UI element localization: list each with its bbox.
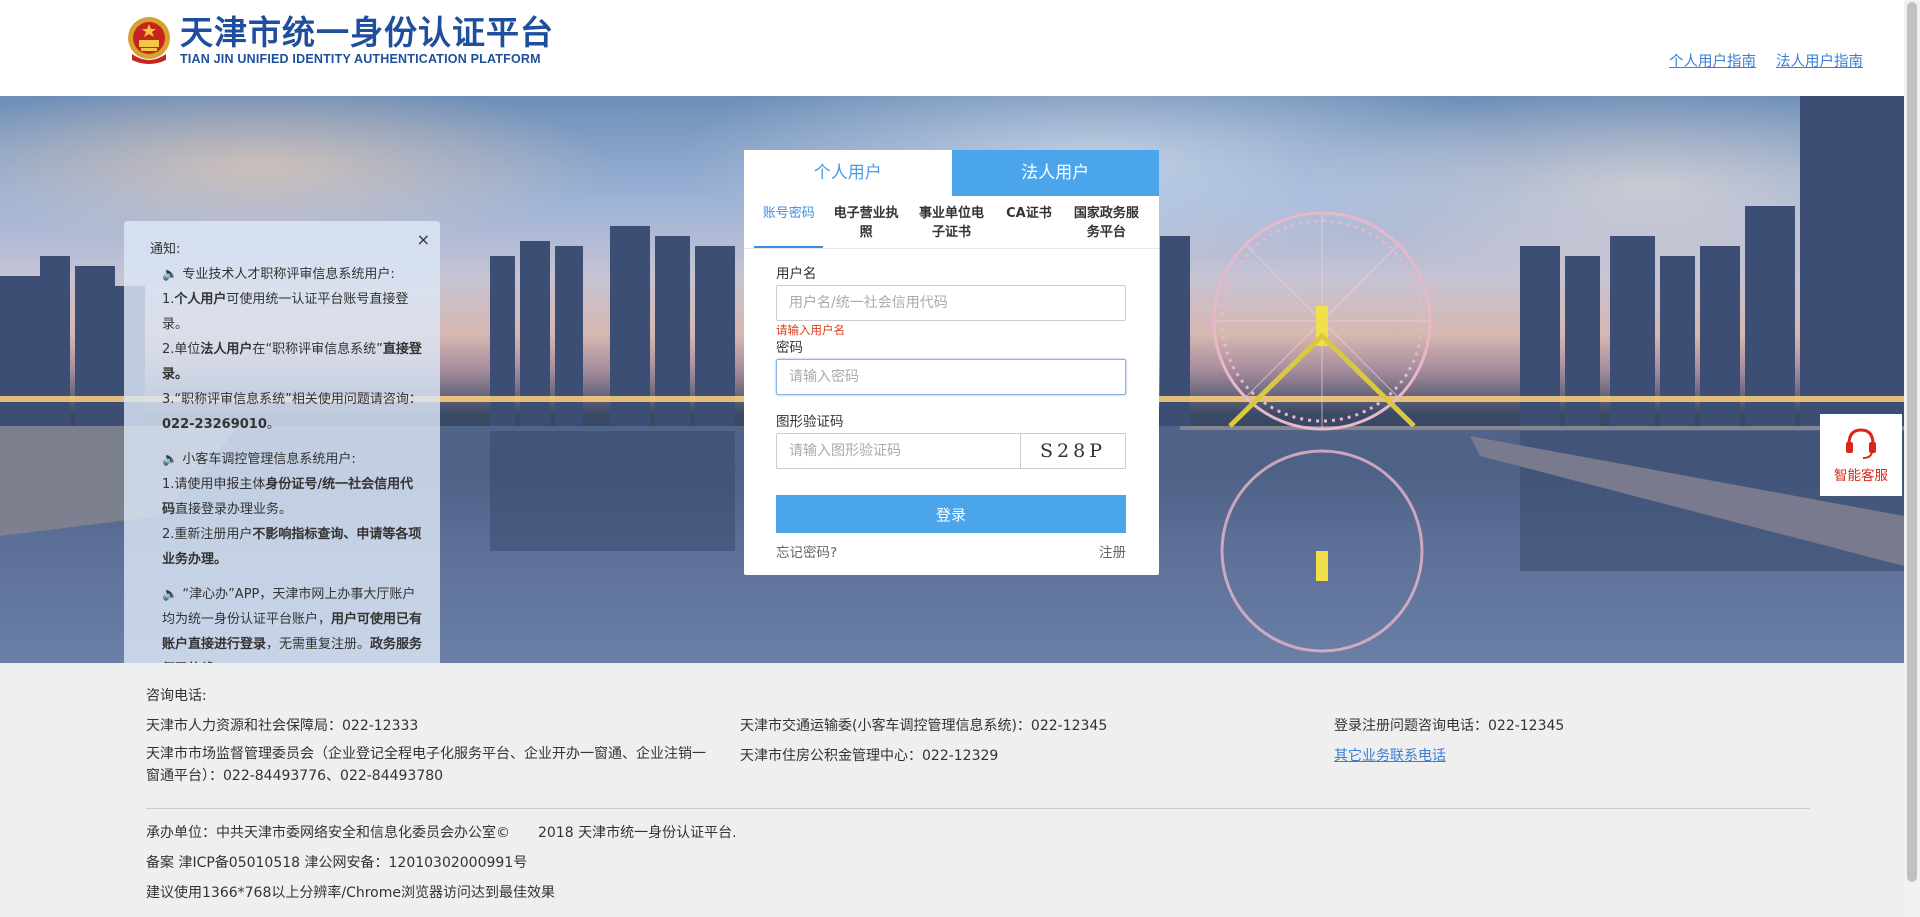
footer-housing-phone: 天津市住房公积金管理中心：022-12329 xyxy=(740,748,999,764)
login-form: 用户名 请输入用户名 密码 图形验证码 S28P 登录 忘记密码? 注册 xyxy=(744,249,1159,561)
scrollbar-thumb[interactable] xyxy=(1907,2,1917,882)
tab-corporate-user[interactable]: 法人用户 xyxy=(951,150,1159,196)
notice-panel: × 通知: 🔈 专业技术人才职称评审信息系统用户: 1.个人用户可使用统一认证平… xyxy=(124,221,440,663)
login-panel: 个人用户 法人用户 账号密码 电子营业执照 事业单位电子证书 CA证书 国家政务… xyxy=(744,150,1159,575)
speaker-icon: 🔈 xyxy=(162,267,179,282)
notice-s1-line3: 3.“职称评审信息系统”相关使用问题请咨询：022-23269010。 xyxy=(162,392,422,432)
site-subtitle: TIAN JIN UNIFIED IDENTITY AUTHENTICATION… xyxy=(180,52,541,66)
username-input[interactable] xyxy=(776,285,1126,321)
tab-e-business-license[interactable]: 电子营业执照 xyxy=(823,196,908,248)
username-error: 请输入用户名 xyxy=(776,323,845,337)
notice-s1-line1: 1.个人用户可使用统一认证平台账号直接登录。 xyxy=(162,292,409,332)
login-button[interactable]: 登录 xyxy=(776,495,1126,533)
personal-guide-link[interactable]: 个人用户指南 xyxy=(1669,50,1756,71)
close-icon[interactable]: × xyxy=(417,227,430,252)
login-method-tabs: 账号密码 电子营业执照 事业单位电子证书 CA证书 国家政务服务平台 xyxy=(744,196,1159,249)
speaker-icon: 🔈 xyxy=(162,452,179,467)
tab-personal-user[interactable]: 个人用户 xyxy=(744,150,952,196)
site-title: 天津市统一身份认证平台 xyxy=(180,13,554,52)
captcha-image[interactable]: S28P xyxy=(1021,433,1126,469)
tab-national-gov-platform[interactable]: 国家政务服务平台 xyxy=(1064,196,1149,248)
forgot-password-link[interactable]: 忘记密码? xyxy=(776,541,837,561)
register-link[interactable]: 注册 xyxy=(1099,541,1126,561)
headset-icon xyxy=(1846,428,1876,459)
notice-s2-line2: 2.重新注册用户不影响指标查询、申请等各项业务办理。 xyxy=(162,527,422,567)
username-label: 用户名 xyxy=(776,266,817,282)
speaker-icon: 🔈 xyxy=(162,587,179,602)
national-emblem-icon xyxy=(126,14,172,66)
page-header: 天津市统一身份认证平台 TIAN JIN UNIFIED IDENTITY AU… xyxy=(0,0,1904,96)
tab-account-password[interactable]: 账号密码 xyxy=(754,196,824,248)
notice-s2-line1: 1.请使用申报主体身份证号/统一社会信用代码直接登录办理业务。 xyxy=(162,477,414,517)
notice-s3: 🔈 “津心办”APP，天津市网上办事大厅账户均为统一身份认证平台账户，用户可使用… xyxy=(162,587,423,663)
other-contacts-link[interactable]: 其它业务联系电话 xyxy=(1334,745,1446,767)
user-type-tabs: 个人用户 法人用户 xyxy=(744,150,1159,196)
footer-hrss-phone: 天津市人力资源和社会保障局：022-12333 xyxy=(146,718,419,734)
notice-title: 通知: xyxy=(150,242,181,257)
corporate-guide-link[interactable]: 法人用户指南 xyxy=(1776,50,1863,71)
service-label: 智能客服 xyxy=(1834,468,1888,484)
guide-links: 个人用户指南 法人用户指南 xyxy=(1669,50,1863,71)
notice-section2-heading: 小客车调控管理信息系统用户: xyxy=(182,452,356,467)
page-footer: 咨询电话: 天津市人力资源和社会保障局：022-12333 天津市市场监督管理委… xyxy=(0,663,1904,917)
footer-contact-title: 咨询电话: xyxy=(146,688,207,704)
footer-divider xyxy=(146,808,1810,809)
footer-icp: 备案 津ICP备05010518 津公网安备：12010302000991号 xyxy=(146,855,528,871)
page-scrollbar[interactable] xyxy=(1904,0,1920,917)
password-input[interactable] xyxy=(776,359,1126,395)
footer-login-help-phone: 登录注册问题咨询电话：022-12345 xyxy=(1334,718,1565,734)
password-label: 密码 xyxy=(776,340,803,356)
captcha-input[interactable] xyxy=(776,433,1021,469)
notice-section1-heading: 专业技术人才职称评审信息系统用户: xyxy=(182,267,395,282)
footer-transport-phone: 天津市交通运输委(小客车调控管理信息系统)：022-12345 xyxy=(740,718,1108,734)
footer-market-phone: 天津市市场监督管理委员会（企业登记全程电子化服务平台、企业开办一窗通、企业注销一… xyxy=(146,746,706,784)
tab-ca-certificate[interactable]: CA证书 xyxy=(994,196,1063,248)
site-logo[interactable]: 天津市统一身份认证平台 TIAN JIN UNIFIED IDENTITY AU… xyxy=(126,14,554,66)
footer-browser-advice: 建议使用1366*768以上分辨率/Chrome浏览器访问达到最佳效果 xyxy=(146,885,555,901)
tab-institution-certificate[interactable]: 事业单位电子证书 xyxy=(909,196,994,248)
smart-customer-service-button[interactable]: 智能客服 xyxy=(1820,414,1902,496)
footer-organizer: 承办单位：中共天津市委网络安全和信息化委员会办公室© 2018 天津市统一身份认… xyxy=(146,825,737,841)
captcha-label: 图形验证码 xyxy=(776,414,844,430)
notice-s1-line2: 2.单位法人用户在“职称评审信息系统”直接登录。 xyxy=(162,342,422,382)
